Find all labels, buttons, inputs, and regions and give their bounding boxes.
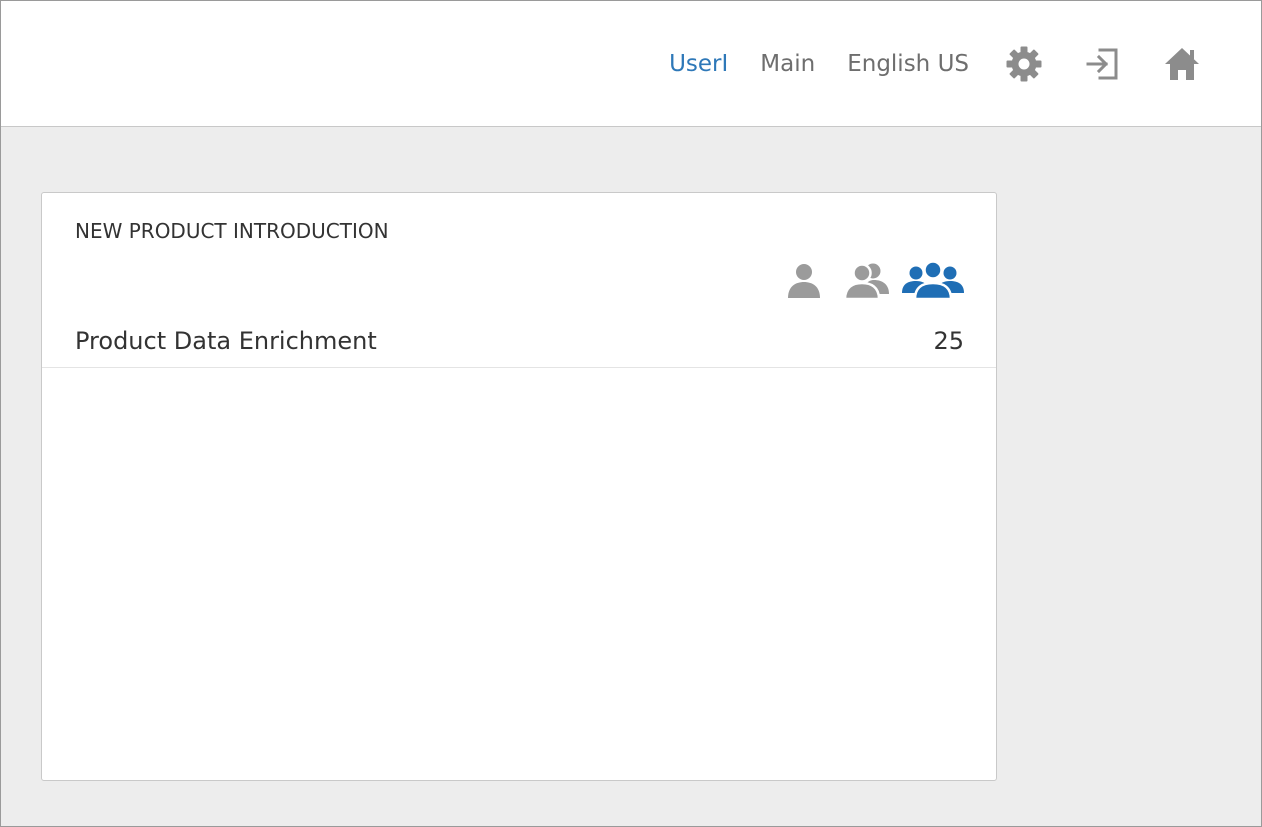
list-item[interactable]: Product Data Enrichment 25 [42,323,996,368]
two-users-icon[interactable] [842,261,892,301]
top-nav: UserI Main English US [669,41,1203,87]
scope-selector [784,259,964,301]
single-user-icon[interactable] [784,261,824,301]
gear-icon[interactable] [1003,43,1045,85]
group-users-icon[interactable] [902,259,964,301]
context-link[interactable]: Main [760,51,815,77]
list-item-label: Product Data Enrichment [75,327,377,355]
app-window: UserI Main English US NEW PRODUCT INTROD… [0,0,1262,827]
top-bar: UserI Main English US [1,1,1261,127]
workflow-card: NEW PRODUCT INTRODUCTION Product Data En… [41,192,997,781]
home-icon[interactable] [1161,43,1203,85]
list-item-count: 25 [933,327,964,355]
user-link[interactable]: UserI [669,51,728,77]
card-title: NEW PRODUCT INTRODUCTION [75,219,389,243]
language-link[interactable]: English US [847,51,969,77]
sign-out-icon[interactable] [1081,43,1123,85]
